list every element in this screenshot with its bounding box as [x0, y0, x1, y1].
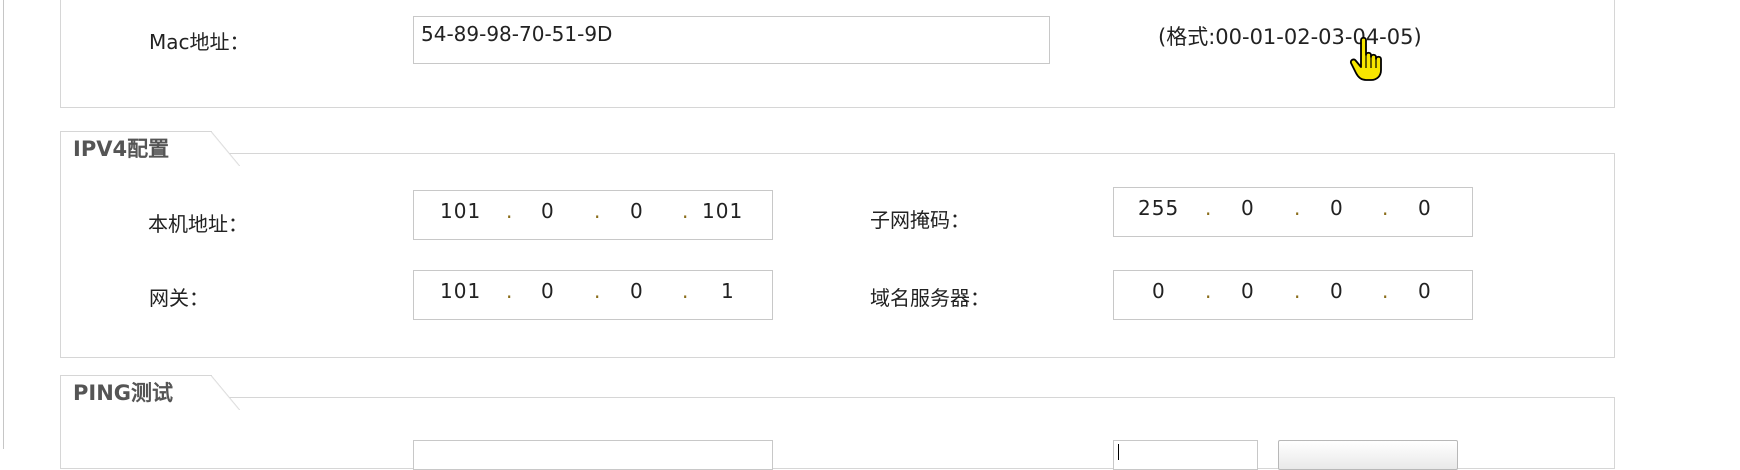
- ip-octet-4[interactable]: 0: [1418, 279, 1432, 303]
- ipv4-section: [60, 153, 1615, 358]
- ip-octet-2[interactable]: 0: [541, 279, 555, 303]
- ip-separator: .: [1294, 196, 1301, 220]
- ip-octet-1[interactable]: 255: [1138, 196, 1179, 220]
- ip-octet-3[interactable]: 0: [630, 279, 644, 303]
- mac-address-label: Mac地址：: [149, 30, 250, 54]
- ip-octet-1[interactable]: 101: [440, 199, 481, 223]
- ping-button[interactable]: [1278, 440, 1458, 470]
- ip-separator: .: [506, 279, 513, 303]
- ipv4-section-title: IPV4配置: [60, 131, 240, 166]
- subnet-mask-ip-input[interactable]: 255 . 0 . 0 . 0: [1113, 187, 1473, 237]
- mac-address-input[interactable]: 54-89-98-70-51-9D: [413, 16, 1050, 64]
- hand-pointer-icon: [1349, 36, 1382, 81]
- ip-separator: .: [1205, 196, 1212, 220]
- ip-octet-2[interactable]: 0: [1241, 196, 1255, 220]
- ip-separator: .: [1382, 279, 1389, 303]
- mac-address-value: 54-89-98-70-51-9D: [421, 22, 613, 46]
- ip-separator: .: [682, 279, 689, 303]
- ip-separator: .: [1205, 279, 1212, 303]
- ip-octet-2[interactable]: 0: [1241, 279, 1255, 303]
- ip-octet-3[interactable]: 0: [1330, 196, 1344, 220]
- gateway-ip-input[interactable]: 101 . 0 . 0 . 1: [413, 270, 773, 320]
- ip-separator: .: [594, 199, 601, 223]
- subnet-mask-label: 子网掩码：: [870, 208, 970, 232]
- ip-separator: .: [1294, 279, 1301, 303]
- ip-separator: .: [1382, 196, 1389, 220]
- ip-octet-1[interactable]: 0: [1152, 279, 1166, 303]
- dns-server-label: 域名服务器：: [870, 286, 990, 310]
- ip-octet-4[interactable]: 1: [721, 279, 735, 303]
- ip-separator: .: [594, 279, 601, 303]
- ping-count-input[interactable]: [1113, 440, 1258, 470]
- local-address-label: 本机地址：: [148, 212, 248, 236]
- local-address-ip-input[interactable]: 101 . 0 . 0 . 101: [413, 190, 773, 240]
- ip-octet-2[interactable]: 0: [541, 199, 555, 223]
- ip-octet-1[interactable]: 101: [440, 279, 481, 303]
- text-caret: [1118, 444, 1119, 460]
- ping-section-title: PING测试: [60, 375, 240, 410]
- dns-server-ip-input[interactable]: 0 . 0 . 0 . 0: [1113, 270, 1473, 320]
- ping-target-ip-input[interactable]: [413, 440, 773, 470]
- ip-octet-4[interactable]: 101: [702, 199, 743, 223]
- gateway-label: 网关：: [149, 286, 209, 310]
- ip-octet-4[interactable]: 0: [1418, 196, 1432, 220]
- page-left-border: [3, 0, 4, 449]
- ip-octet-3[interactable]: 0: [1330, 279, 1344, 303]
- ip-separator: .: [682, 199, 689, 223]
- ip-octet-3[interactable]: 0: [630, 199, 644, 223]
- ip-separator: .: [506, 199, 513, 223]
